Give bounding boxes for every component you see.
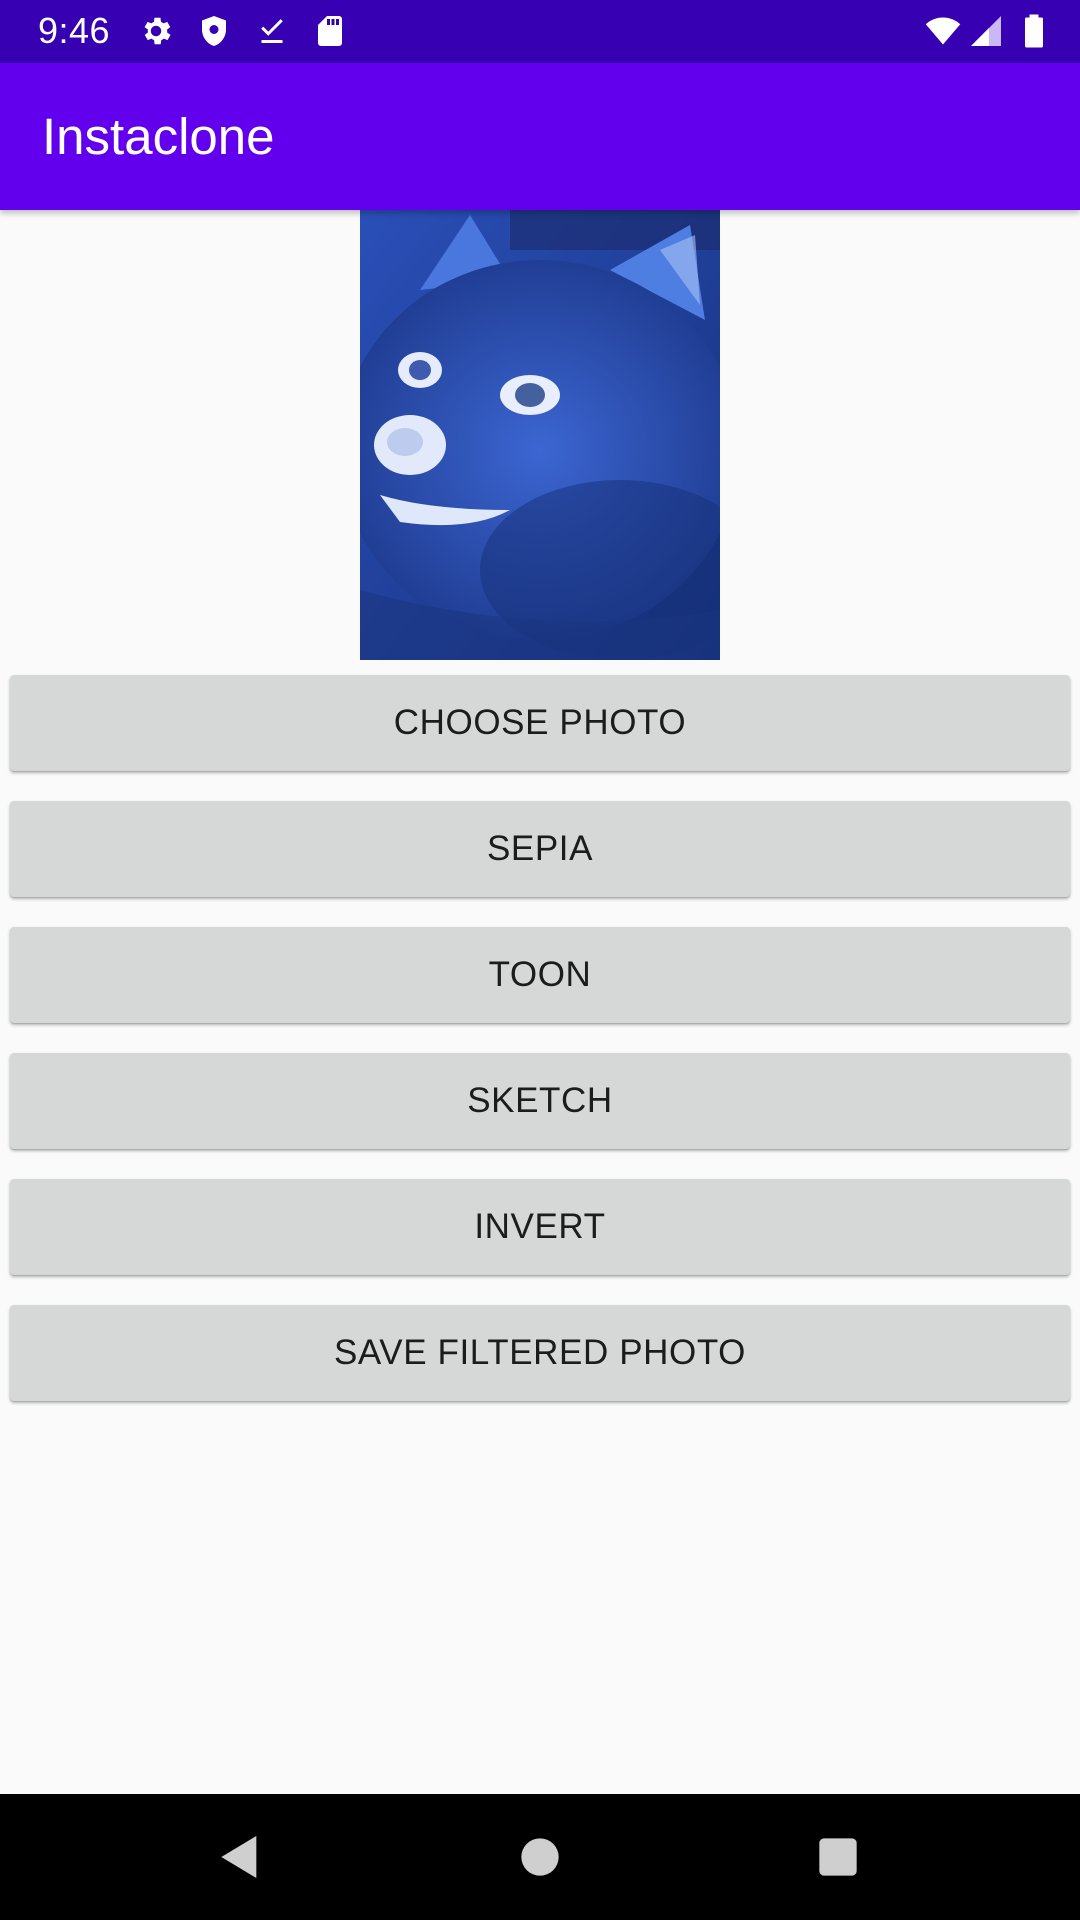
wifi-icon xyxy=(922,13,964,49)
navigation-bar xyxy=(0,1794,1080,1920)
filtered-photo xyxy=(360,210,720,660)
invert-button[interactable]: INVERT xyxy=(10,1179,1070,1275)
back-icon[interactable] xyxy=(212,1829,268,1885)
sketch-button[interactable]: SKETCH xyxy=(10,1053,1070,1149)
toon-button[interactable]: TOON xyxy=(10,927,1070,1023)
sepia-button[interactable]: SEPIA xyxy=(10,801,1070,897)
app-screen: 9:46 Instaclone CHOOSE PHOTO SEPIA TOON … xyxy=(0,0,1080,1920)
status-bar: 9:46 xyxy=(0,0,1080,63)
cellular-signal-icon xyxy=(968,13,1004,49)
recents-icon[interactable] xyxy=(810,1829,866,1885)
shield-icon xyxy=(196,13,232,49)
battery-icon xyxy=(1016,13,1052,49)
download-done-icon xyxy=(254,13,290,49)
sd-card-icon xyxy=(312,13,348,49)
choose-photo-button[interactable]: CHOOSE PHOTO xyxy=(10,675,1070,771)
save-filtered-photo-button[interactable]: SAVE FILTERED PHOTO xyxy=(10,1305,1070,1401)
home-icon[interactable] xyxy=(512,1829,568,1885)
app-bar: Instaclone xyxy=(0,63,1080,210)
app-title: Instaclone xyxy=(42,108,275,165)
gear-icon xyxy=(138,13,174,49)
status-time: 9:46 xyxy=(38,10,111,51)
